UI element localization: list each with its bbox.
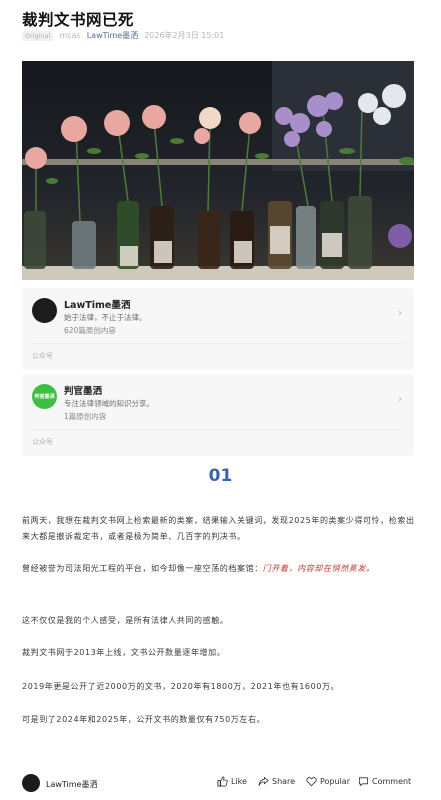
paragraph: 前两天，我想在裁判文书网上检索最新的类案，结果输入关键词，发现2025年的类案少…: [22, 516, 415, 541]
paragraph: 曾经被誉为司法阳光工程的平台，如今却像一座空荡的档案馆：门开着，内容却在悄然蒸发…: [22, 561, 422, 577]
card-original-count: 1篇原创内容: [64, 412, 107, 421]
paragraph: 裁判文书网于2013年上线，文书公开数量逐年增加。: [22, 648, 226, 657]
highlight-text: 门开着，内容却在悄然蒸发。: [262, 564, 375, 573]
original-tag: Original: [22, 30, 54, 41]
card-divider: [32, 429, 404, 430]
card-account-desc: 专注法律领域的知识分享。: [64, 399, 154, 408]
comment-button[interactable]: Comment: [358, 776, 411, 787]
avatar-text: 判官墨洒: [34, 394, 55, 400]
paragraph: 可是到了2024年和2025年，公开文书的数量仅有750万左右。: [22, 715, 266, 724]
share-label: Share: [272, 777, 296, 786]
paragraph: 这不仅仅是我的个人感受，是所有法律人共同的感触。: [22, 616, 229, 625]
section-number: 01: [208, 466, 233, 486]
article-meta: Original mcas LawTime墨洒 2026年2月3日 15:01: [22, 30, 224, 41]
avatar: [32, 298, 57, 323]
author-name: mcas: [59, 31, 81, 40]
comment-label: Comment: [372, 777, 412, 786]
bottom-account-name[interactable]: LawTime墨洒: [46, 779, 97, 790]
account-card-lawtime[interactable]: LawTime墨洒 始于法律，不止于法律。 620篇原创内容 › 公众号: [22, 288, 414, 370]
avatar[interactable]: [22, 774, 40, 792]
publish-datetime: 2026年2月3日 15:01: [144, 31, 225, 40]
cover-photo: [22, 61, 414, 280]
bottom-action-bar: LawTime墨洒 Like Share Popular Comment: [0, 770, 441, 800]
chevron-right-icon: ›: [398, 394, 402, 405]
article-title: 裁判文书网已死: [22, 11, 135, 29]
share-button[interactable]: Share: [258, 776, 295, 787]
popular-button[interactable]: Popular: [306, 776, 350, 787]
like-label: Like: [231, 777, 247, 786]
card-divider: [32, 343, 404, 344]
card-account-desc: 始于法律，不止于法律。: [64, 313, 147, 322]
paragraph-text: 曾经被誉为司法阳光工程的平台，如今却像一座空荡的档案馆：: [22, 564, 263, 573]
like-button[interactable]: Like: [217, 776, 247, 787]
card-type-label: 公众号: [32, 438, 53, 446]
popular-label: Popular: [320, 777, 350, 786]
card-original-count: 620篇原创内容: [64, 326, 116, 335]
avatar: 判官墨洒: [32, 384, 57, 409]
thumbs-up-icon: [217, 776, 228, 787]
paragraph: 2019年更是公开了近2000万的文书，2020年有1800万，2021年也有1…: [22, 682, 340, 691]
account-link[interactable]: LawTime墨洒: [87, 30, 138, 41]
heart-icon: [306, 776, 317, 787]
card-account-name: 判官墨洒: [64, 386, 103, 397]
card-account-name: LawTime墨洒: [64, 300, 131, 311]
share-arrow-icon: [258, 776, 269, 787]
chevron-right-icon: ›: [398, 308, 402, 319]
comment-bubble-icon: [358, 776, 369, 787]
account-card-panguan[interactable]: 判官墨洒 判官墨洒 专注法律领域的知识分享。 1篇原创内容 › 公众号: [22, 374, 414, 456]
card-type-label: 公众号: [32, 352, 53, 360]
